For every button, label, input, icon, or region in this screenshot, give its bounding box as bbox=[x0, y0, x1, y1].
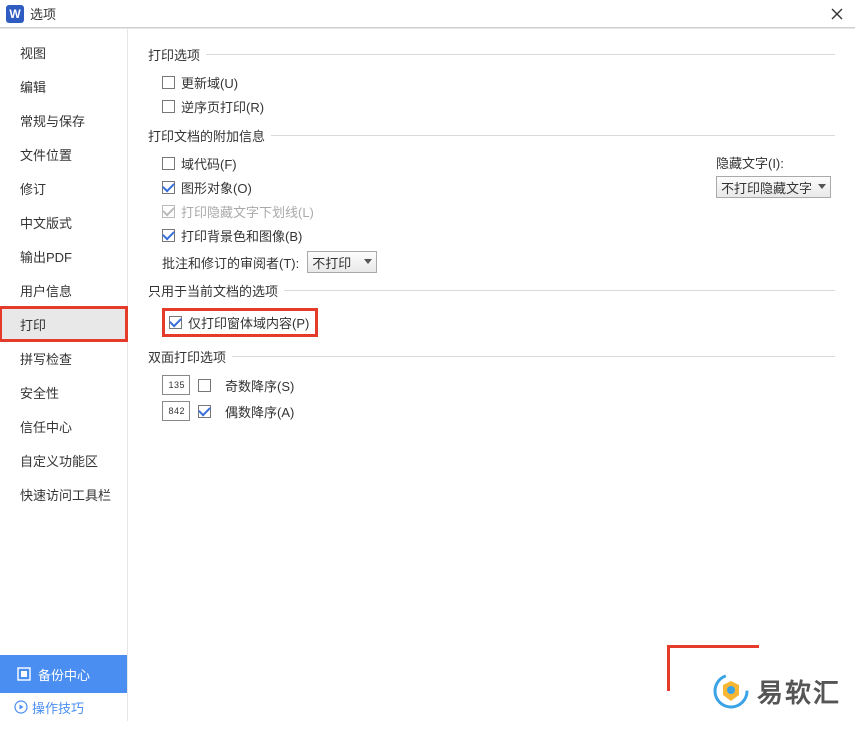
label-graphics: 图形对象(O) bbox=[181, 178, 252, 197]
sidebar-item-security[interactable]: 安全性 bbox=[0, 375, 127, 409]
window-title: 选项 bbox=[30, 4, 825, 23]
select-hidden-text-value: 不打印隐藏文字 bbox=[721, 178, 812, 197]
sidebar-item-trust-center[interactable]: 信任中心 bbox=[0, 409, 127, 443]
sidebar-item-chinese-layout[interactable]: 中文版式 bbox=[0, 205, 127, 239]
checkbox-row-background[interactable]: 打印背景色和图像(B) bbox=[162, 223, 835, 247]
select-reviewer[interactable]: 不打印 bbox=[307, 251, 377, 273]
checkbox-row-reverse-order[interactable]: 逆序页打印(R) bbox=[162, 94, 835, 118]
even-order-icon: 8 4 2 bbox=[162, 401, 190, 421]
sidebar-item-edit[interactable]: 编辑 bbox=[0, 69, 127, 103]
backup-icon bbox=[16, 666, 32, 682]
label-update-fields: 更新域(U) bbox=[181, 73, 238, 92]
label-reviewer: 批注和修订的审阅者(T): bbox=[162, 253, 299, 272]
label-field-codes: 域代码(F) bbox=[181, 154, 237, 173]
group-title-additional: 打印文档的附加信息 bbox=[148, 126, 265, 145]
checkbox-background[interactable] bbox=[162, 229, 175, 242]
label-reverse-order: 逆序页打印(R) bbox=[181, 97, 264, 116]
group-duplex: 双面打印选项 1 3 5 奇数降序(S) 8 4 2 偶数降序(A) bbox=[148, 347, 835, 424]
group-print-options: 打印选项 更新域(U) 逆序页打印(R) bbox=[148, 45, 835, 118]
sidebar-item-general-save[interactable]: 常规与保存 bbox=[0, 103, 127, 137]
tips-label: 操作技巧 bbox=[32, 698, 84, 717]
label-odd-desc: 奇数降序(S) bbox=[225, 376, 294, 395]
logo-text: 易软汇 bbox=[757, 673, 841, 710]
group-current-doc: 只用于当前文档的选项 仅打印窗体域内容(P) bbox=[148, 281, 835, 337]
main-area: 视图 编辑 常规与保存 文件位置 修订 中文版式 输出PDF 用户信息 打印 拼… bbox=[0, 28, 855, 721]
duplex-row-even: 8 4 2 偶数降序(A) bbox=[162, 398, 835, 424]
checkbox-row-hidden-underline: 打印隐藏文字下划线(L) bbox=[162, 199, 835, 223]
highlight-only-form: 仅打印窗体域内容(P) bbox=[162, 308, 318, 337]
group-title-print-options: 打印选项 bbox=[148, 45, 200, 64]
label-background: 打印背景色和图像(B) bbox=[181, 226, 302, 245]
checkbox-even-desc[interactable] bbox=[198, 405, 211, 418]
checkbox-update-fields[interactable] bbox=[162, 76, 175, 89]
odd-order-icon: 1 3 5 bbox=[162, 375, 190, 395]
sidebar-item-view[interactable]: 视图 bbox=[0, 35, 127, 69]
checkbox-reverse-order[interactable] bbox=[162, 100, 175, 113]
sidebar-item-revision[interactable]: 修订 bbox=[0, 171, 127, 205]
sidebar-item-output-pdf[interactable]: 输出PDF bbox=[0, 239, 127, 273]
checkbox-only-form[interactable] bbox=[169, 316, 182, 329]
label-even-desc: 偶数降序(A) bbox=[225, 402, 294, 421]
group-title-current-doc: 只用于当前文档的选项 bbox=[148, 281, 278, 300]
watermark-logo: 易软汇 bbox=[711, 671, 841, 711]
checkbox-graphics[interactable] bbox=[162, 181, 175, 194]
logo-icon bbox=[711, 671, 751, 711]
label-hidden-underline: 打印隐藏文字下划线(L) bbox=[181, 202, 314, 221]
select-hidden-text[interactable]: 不打印隐藏文字 bbox=[716, 176, 831, 198]
play-icon bbox=[14, 700, 28, 714]
sidebar-item-quick-access[interactable]: 快速访问工具栏 bbox=[0, 477, 127, 511]
sidebar-item-user-info[interactable]: 用户信息 bbox=[0, 273, 127, 307]
close-button[interactable] bbox=[825, 2, 849, 26]
label-only-form: 仅打印窗体域内容(P) bbox=[188, 313, 309, 332]
reviewer-row: 批注和修订的审阅者(T): 不打印 bbox=[162, 251, 835, 273]
chevron-down-icon bbox=[364, 259, 372, 265]
backup-center-button[interactable]: 备份中心 bbox=[0, 655, 127, 693]
titlebar: W 选项 bbox=[0, 0, 855, 28]
group-print-additional: 打印文档的附加信息 域代码(F) 图形对象(O) 打印隐藏文字下划线(L) 打印… bbox=[148, 126, 835, 273]
close-icon bbox=[831, 8, 843, 20]
tips-link[interactable]: 操作技巧 bbox=[0, 693, 127, 721]
sidebar-item-custom-ribbon[interactable]: 自定义功能区 bbox=[0, 443, 127, 477]
duplex-row-odd: 1 3 5 奇数降序(S) bbox=[162, 372, 835, 398]
sidebar-item-spellcheck[interactable]: 拼写检查 bbox=[0, 341, 127, 375]
content-panel: 打印选项 更新域(U) 逆序页打印(R) 打印文档的附加信息 域代码(F) bbox=[128, 29, 855, 721]
sidebar-item-print[interactable]: 打印 bbox=[0, 307, 127, 341]
sidebar: 视图 编辑 常规与保存 文件位置 修订 中文版式 输出PDF 用户信息 打印 拼… bbox=[0, 29, 128, 721]
app-icon: W bbox=[6, 5, 24, 23]
chevron-down-icon bbox=[818, 184, 826, 190]
label-hidden-text: 隐藏文字(I): bbox=[716, 153, 831, 172]
group-title-duplex: 双面打印选项 bbox=[148, 347, 226, 366]
checkbox-row-update-fields[interactable]: 更新域(U) bbox=[162, 70, 835, 94]
checkbox-hidden-underline bbox=[162, 205, 175, 218]
hidden-text-column: 隐藏文字(I): 不打印隐藏文字 bbox=[716, 153, 831, 198]
sidebar-item-file-location[interactable]: 文件位置 bbox=[0, 137, 127, 171]
select-reviewer-value: 不打印 bbox=[312, 253, 351, 272]
checkbox-odd-desc[interactable] bbox=[198, 379, 211, 392]
backup-label: 备份中心 bbox=[38, 665, 90, 684]
checkbox-field-codes[interactable] bbox=[162, 157, 175, 170]
